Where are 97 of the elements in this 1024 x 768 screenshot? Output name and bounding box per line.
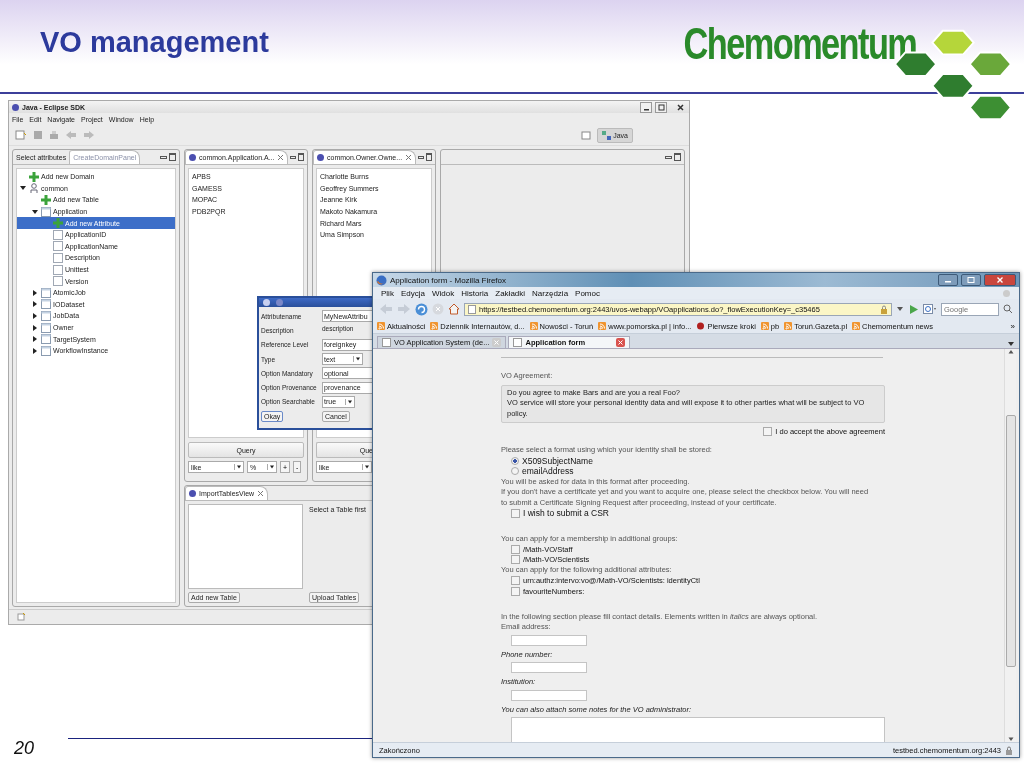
new-file-icon[interactable] <box>15 130 27 140</box>
slide-title: VO management <box>40 26 269 59</box>
minimize-icon[interactable] <box>938 274 958 286</box>
home-icon[interactable] <box>448 303 460 315</box>
table-icon <box>41 299 51 310</box>
table-icon <box>41 334 51 345</box>
menu-item[interactable]: Plik <box>381 288 394 298</box>
person-icon <box>29 183 39 194</box>
browser-icon <box>376 274 387 286</box>
maximize-icon[interactable] <box>169 153 176 161</box>
lock-icon <box>1005 745 1013 755</box>
plus-icon <box>53 218 63 229</box>
view-icon <box>317 154 324 161</box>
page-icon <box>53 264 63 275</box>
input-field[interactable] <box>511 689 587 701</box>
maximize-icon[interactable] <box>674 153 681 161</box>
input-field[interactable] <box>511 662 587 673</box>
dropdown-arrow-icon <box>267 464 276 470</box>
throbber-icon <box>1002 288 1011 298</box>
feed-icon <box>598 322 607 330</box>
feed-icon <box>377 322 385 330</box>
menu-item[interactable]: Historia <box>461 288 489 298</box>
maximize-icon[interactable] <box>426 153 432 161</box>
expander-icon[interactable] <box>32 301 38 308</box>
flower-icon <box>696 322 706 330</box>
logo-text: Chemomentum <box>683 18 916 70</box>
checkbox[interactable] <box>511 576 520 586</box>
close-icon[interactable] <box>674 101 686 113</box>
expander-icon[interactable] <box>32 208 38 215</box>
table-icon <box>41 206 51 217</box>
feed-icon <box>784 322 793 330</box>
page-icon <box>468 304 476 314</box>
menu-item[interactable]: Narzędzia <box>532 288 569 298</box>
scrollbar[interactable] <box>1004 349 1016 742</box>
expander-icon[interactable] <box>32 312 38 319</box>
open-perspective-icon[interactable] <box>581 130 592 140</box>
menu-item[interactable]: Zakładki <box>495 288 526 298</box>
search-engine-icon[interactable] <box>923 304 937 314</box>
radio-button[interactable] <box>511 456 519 465</box>
checkbox[interactable] <box>511 555 520 565</box>
dropdown-arrow-icon <box>353 356 362 363</box>
expander-icon[interactable] <box>32 347 38 354</box>
minimize-icon[interactable] <box>418 156 425 159</box>
page-icon <box>53 229 63 240</box>
page-icon <box>53 241 63 252</box>
checkbox[interactable] <box>511 508 520 518</box>
checkbox[interactable] <box>511 586 520 596</box>
feed-icon <box>529 322 538 330</box>
dropdown-arrow-icon <box>345 398 354 405</box>
feed-icon <box>852 322 861 330</box>
maximize-icon[interactable] <box>961 274 981 286</box>
feed-icon <box>430 322 439 330</box>
expander-icon[interactable] <box>20 185 26 192</box>
dropdown-arrow-icon <box>234 464 243 470</box>
page-icon <box>53 276 63 287</box>
checkbox[interactable] <box>511 544 520 554</box>
minimize-icon[interactable] <box>665 156 672 159</box>
expander-icon[interactable] <box>32 336 38 343</box>
table-icon <box>41 310 51 321</box>
status-icon[interactable] <box>17 613 26 621</box>
search-icon[interactable] <box>1003 304 1013 314</box>
radio-button[interactable] <box>511 467 519 476</box>
minimize-icon[interactable] <box>160 156 167 159</box>
minimize-icon[interactable] <box>640 101 652 113</box>
dropdown-arrow-icon[interactable] <box>896 306 904 312</box>
page-number: 20 <box>14 738 35 759</box>
lock-icon <box>880 304 888 314</box>
checkbox-label: I wish to submit a CSR <box>523 508 609 519</box>
dropdown-arrow-icon <box>362 464 371 470</box>
radio-label: X509SubjectName <box>522 455 593 466</box>
menu-item[interactable]: Pomoc <box>575 288 600 298</box>
feed-icon <box>760 322 769 330</box>
plus-icon <box>41 195 51 205</box>
window-title: Application form - Mozilla Firefox <box>390 275 507 285</box>
checkbox[interactable] <box>763 427 773 436</box>
table-icon <box>41 345 51 356</box>
expander-icon[interactable] <box>32 324 38 331</box>
view-icon <box>189 490 196 497</box>
input-field[interactable] <box>511 634 587 646</box>
view-icon <box>189 154 196 161</box>
restore-icon[interactable] <box>655 101 667 113</box>
table-icon <box>41 287 51 298</box>
maximize-icon[interactable] <box>298 153 304 161</box>
go-icon[interactable] <box>908 303 919 315</box>
expander-icon[interactable] <box>32 289 38 296</box>
tab-list-icon[interactable] <box>1007 341 1015 347</box>
table-icon <box>41 322 51 333</box>
page-icon <box>53 252 63 263</box>
menu-item[interactable]: Edycja <box>400 288 425 298</box>
reload-icon[interactable] <box>415 302 428 316</box>
menu-item[interactable]: Widok <box>431 288 455 298</box>
minimize-icon[interactable] <box>290 156 297 159</box>
radio-label: emailAddress <box>522 466 574 477</box>
page-icon <box>382 338 391 347</box>
page-icon <box>513 338 523 347</box>
plus-icon <box>29 171 39 182</box>
more-bookmarks-button[interactable]: » <box>1010 321 1015 331</box>
